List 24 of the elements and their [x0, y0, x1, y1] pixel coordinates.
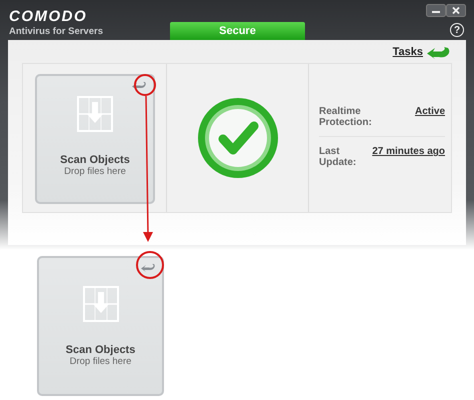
close-icon[interactable] [446, 4, 466, 17]
return-arrow-icon[interactable] [131, 80, 147, 90]
tasks-link[interactable]: Tasks [392, 46, 423, 58]
status-label: Last Update: [319, 146, 358, 168]
tile-hint: Drop files here [64, 166, 126, 177]
product-name: Antivirus for Servers [9, 25, 104, 38]
scan-objects-tile[interactable]: Scan Objects Drop files here [37, 256, 164, 396]
status-value-link[interactable]: 27 minutes ago [372, 146, 445, 168]
status-label: Realtime Protection: [319, 106, 373, 128]
minimize-icon[interactable] [426, 4, 446, 17]
tile-hint: Drop files here [70, 356, 132, 367]
return-arrow-icon[interactable] [140, 262, 156, 272]
tasks-arrow-icon[interactable] [426, 45, 450, 59]
help-button[interactable]: ? [450, 23, 464, 37]
annotation-circle [136, 251, 164, 279]
scan-objects-tile[interactable]: Scan Objects Drop files here [35, 74, 155, 204]
tile-title: Scan Objects [66, 344, 136, 356]
brand-logo: COMODO [9, 9, 88, 25]
drop-box-icon [82, 286, 118, 322]
drop-box-icon [77, 96, 113, 132]
tile-title: Scan Objects [60, 154, 130, 166]
annotation-circle [134, 74, 156, 96]
secure-check-icon [196, 96, 280, 180]
status-value-link[interactable]: Active [414, 106, 445, 128]
